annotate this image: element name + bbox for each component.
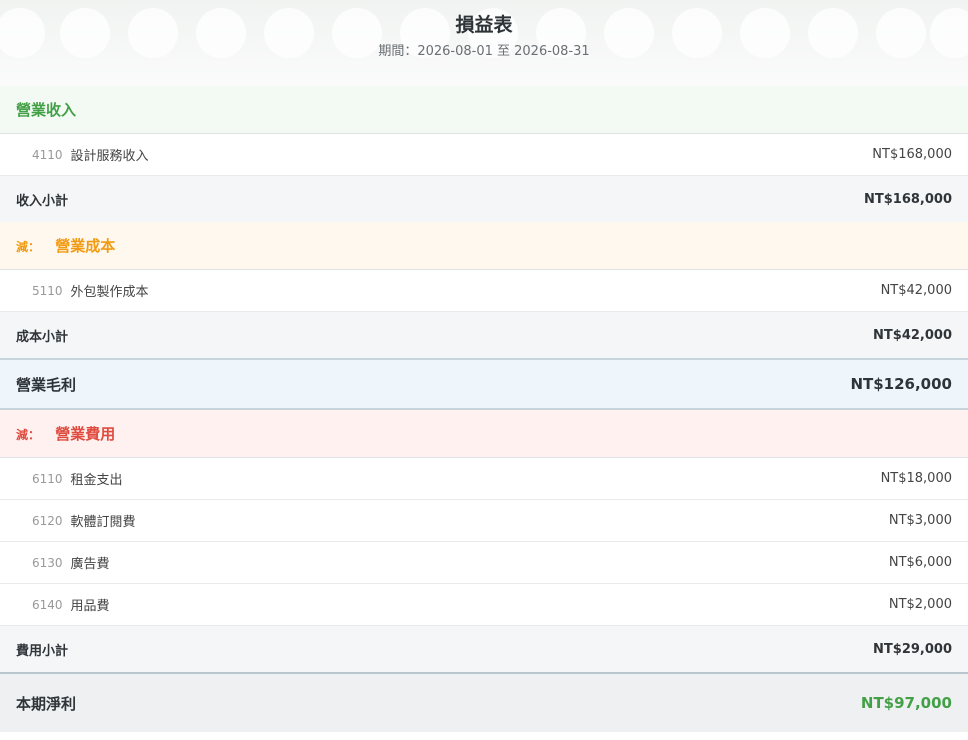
account-code: 4110	[32, 147, 63, 162]
report-period: 期間：2026-08-01 至 2026-08-31	[378, 44, 590, 59]
report-title: 損益表	[455, 14, 513, 36]
section-expenses-title: 營業費用	[55, 425, 116, 443]
section-revenue-title: 營業收入	[16, 101, 77, 119]
expenses-subtotal-label: 費用小計	[16, 643, 69, 659]
revenue-subtotal-row: 收入小計 NT$168,000	[0, 176, 968, 222]
account-name: 設計服務收入	[70, 149, 149, 164]
account-name: 軟體訂閱費	[70, 515, 136, 530]
account-code: 6110	[32, 471, 63, 486]
account-amount: NT$42,000	[880, 283, 952, 298]
income-statement-page: 損益表 期間：2026-08-01 至 2026-08-31 營業收入 4110…	[0, 0, 968, 740]
cost-subtotal-label: 成本小計	[16, 329, 69, 345]
gross-profit-label: 營業毛利	[16, 375, 77, 394]
account-amount: NT$18,000	[880, 471, 952, 486]
section-cost-header: 減： 營業成本	[0, 222, 968, 270]
table-row[interactable]: 6140 用品費 NT$2,000	[0, 584, 968, 626]
gross-profit-amount: NT$126,000	[850, 375, 952, 393]
section-cost-title: 營業成本	[55, 237, 116, 255]
section-expenses-header: 減： 營業費用	[0, 410, 968, 458]
report-header: 損益表 期間：2026-08-01 至 2026-08-31	[0, 0, 968, 86]
table-row[interactable]: 4110 設計服務收入 NT$168,000	[0, 134, 968, 176]
account-name: 廣告費	[70, 557, 110, 572]
expenses-subtotal-amount: NT$29,000	[873, 641, 952, 657]
revenue-subtotal-amount: NT$168,000	[863, 191, 952, 207]
less-label: 減：	[16, 428, 41, 442]
revenue-subtotal-label: 收入小計	[16, 193, 69, 209]
account-amount: NT$2,000	[888, 597, 952, 612]
account-name: 用品費	[70, 599, 110, 614]
account-code: 6140	[32, 597, 63, 612]
net-income-row: 本期淨利 NT$97,000	[0, 672, 968, 732]
table-row[interactable]: 5110 外包製作成本 NT$42,000	[0, 270, 968, 312]
section-revenue-header: 營業收入	[0, 86, 968, 134]
account-amount: NT$168,000	[872, 147, 952, 162]
account-name: 租金支出	[70, 473, 123, 488]
table-row[interactable]: 6110 租金支出 NT$18,000	[0, 458, 968, 500]
account-name: 外包製作成本	[70, 285, 149, 300]
account-amount: NT$3,000	[888, 513, 952, 528]
account-code: 6130	[32, 555, 63, 570]
account-code: 5110	[32, 283, 63, 298]
less-label: 減：	[16, 240, 41, 254]
expenses-subtotal-row: 費用小計 NT$29,000	[0, 626, 968, 672]
cost-subtotal-row: 成本小計 NT$42,000	[0, 312, 968, 358]
net-income-amount: NT$97,000	[860, 694, 952, 712]
gross-profit-row: 營業毛利 NT$126,000	[0, 358, 968, 410]
table-row[interactable]: 6120 軟體訂閱費 NT$3,000	[0, 500, 968, 542]
table-row[interactable]: 6130 廣告費 NT$6,000	[0, 542, 968, 584]
account-code: 6120	[32, 513, 63, 528]
net-income-label: 本期淨利	[16, 694, 77, 713]
account-amount: NT$6,000	[888, 555, 952, 570]
cost-subtotal-amount: NT$42,000	[873, 327, 952, 343]
